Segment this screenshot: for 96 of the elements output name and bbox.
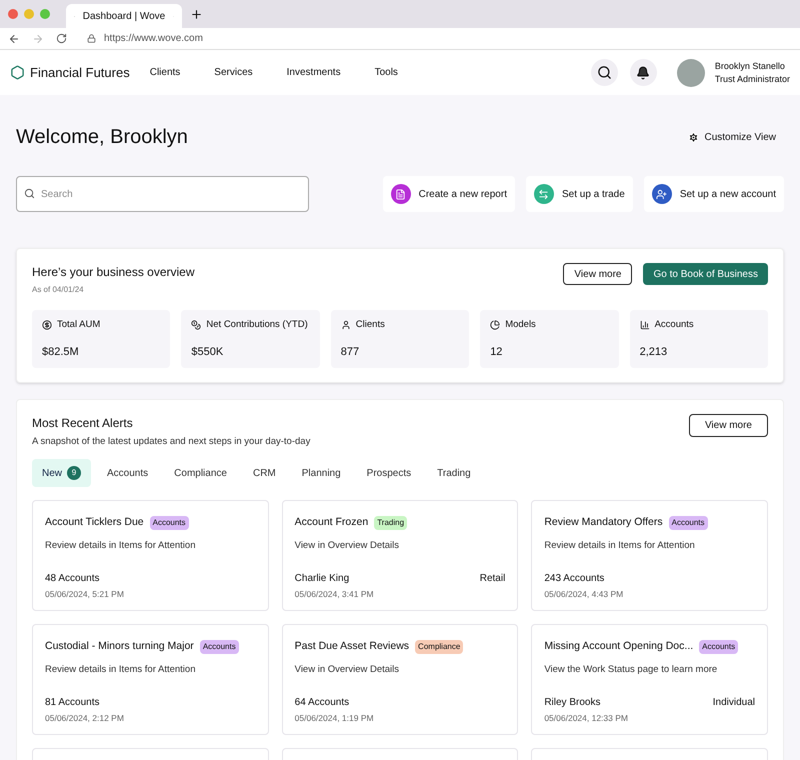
user-role: Trust Administrator xyxy=(714,72,790,86)
quick-action-button[interactable]: Create a new report xyxy=(382,176,515,212)
nav-link[interactable]: Services xyxy=(214,65,253,80)
alert-title: Review Mandatory Offers xyxy=(544,515,663,530)
nav-link[interactable]: Tools xyxy=(374,65,398,80)
coins-icon xyxy=(191,320,202,330)
alert-tag: Accounts xyxy=(668,516,708,530)
stat-label: Models xyxy=(505,318,536,332)
alert-timestamp: 05/06/2024, 5:21 PM xyxy=(45,588,125,600)
stat-value: $550K xyxy=(191,344,224,360)
alert-tag: Accounts xyxy=(200,640,239,654)
gear-icon xyxy=(688,132,700,142)
forward-icon[interactable] xyxy=(32,32,44,44)
alert-timestamp: 05/06/2024, 12:33 PM xyxy=(544,712,629,724)
search-field[interactable]: Search xyxy=(16,176,309,212)
filter-tab[interactable]: CRM xyxy=(242,459,286,488)
filter-tab[interactable]: Compliance xyxy=(164,459,237,488)
stat-label: Total AUM xyxy=(57,318,100,332)
alert-subject: Riley Brooks xyxy=(544,696,600,710)
section-title: Here’s your business overview xyxy=(32,264,195,281)
bar-chart-icon xyxy=(640,320,650,330)
alert-description: Review details in Items for Attention xyxy=(544,539,696,553)
customize-view-button[interactable]: Customize View xyxy=(688,130,776,144)
quick-action-button[interactable]: Set up a trade xyxy=(526,176,633,212)
stat-label: Clients xyxy=(356,318,385,332)
stat-label: Accounts xyxy=(654,318,694,332)
alert-description: View the Work Status page to learn more xyxy=(544,663,718,677)
avatar[interactable] xyxy=(676,58,705,86)
alert-description: Review details in Items for Attention xyxy=(45,539,196,553)
stat-value: 12 xyxy=(490,344,504,360)
filter-tab[interactable]: Planning xyxy=(292,459,351,488)
book-of-business-button[interactable]: Go to Book of Business xyxy=(643,263,768,285)
alert-tag: Accounts xyxy=(150,516,189,530)
alert-timestamp: 05/06/2024, 4:43 PM xyxy=(544,588,624,600)
as-of-date: As of 04/01/24 xyxy=(32,284,85,296)
new-tab-icon[interactable] xyxy=(190,8,203,20)
alert-subject: Charlie King xyxy=(294,572,350,586)
alert-title: Missing Account Opening Doc... xyxy=(544,639,694,654)
stat-value: 877 xyxy=(340,344,360,360)
nav-link[interactable]: Clients xyxy=(150,65,180,80)
search-icon xyxy=(24,188,35,199)
quick-action-button[interactable]: Set up a new account xyxy=(644,176,784,212)
filter-tab[interactable]: Trading xyxy=(427,459,481,488)
alert-description: View in Overview Details xyxy=(294,663,400,677)
count-badge: 9 xyxy=(67,466,82,480)
alert-subject: 64 Accounts xyxy=(294,696,350,710)
alert-title: Past Due Asset Reviews xyxy=(294,639,410,654)
person-icon xyxy=(340,320,351,330)
alert-card[interactable]: Custodial - Minors turning Major Accounts Review details in Items for Attention 81 Accounts 05/06/2024, 2:12 PM xyxy=(32,624,269,736)
address-bar[interactable]: https://www.wove.com xyxy=(87,31,203,46)
alert-timestamp: 05/06/2024, 2:12 PM xyxy=(45,712,125,724)
alert-title: Custodial - Minors turning Major xyxy=(45,639,194,654)
alert-subject: 81 Accounts xyxy=(45,696,100,710)
view-more-button[interactable]: View more xyxy=(688,414,768,437)
alert-title: Account Frozen xyxy=(294,515,368,530)
filter-tab[interactable]: Accounts xyxy=(97,459,158,488)
alert-tag: Trading xyxy=(374,516,408,530)
alert-timestamp: 05/06/2024, 1:19 PM xyxy=(294,712,375,724)
stat-value: 2,213 xyxy=(640,344,668,360)
alert-tag: Compliance xyxy=(415,640,464,654)
pie-chart-icon xyxy=(490,320,500,330)
alert-subject: 243 Accounts xyxy=(544,572,604,586)
view-more-button[interactable]: View more xyxy=(563,263,632,285)
stat-label: Net Contributions (YTD) xyxy=(206,318,308,332)
stat-value: $82.5M xyxy=(42,344,80,360)
alert-card[interactable]: Missing Account Opening Doc... Accounts View the Work Status page to learn more Riley Brooks Individual 05/06/2024, 12:33 PM xyxy=(531,624,768,736)
account-type: Individual xyxy=(712,696,755,710)
dollar-icon xyxy=(42,320,52,330)
alert-subject: 48 Accounts xyxy=(45,572,100,586)
brand-logo-icon xyxy=(10,65,25,80)
filter-tab[interactable]: Prospects xyxy=(356,459,422,488)
back-icon[interactable] xyxy=(8,32,20,44)
section-subtitle: A snapshot of the latest updates and next steps in your day-to-day xyxy=(32,435,310,449)
search-icon xyxy=(596,65,612,80)
page-title: Welcome, Brooklyn xyxy=(16,125,188,150)
alert-card[interactable]: Account Frozen Trading View in Overview Details Charlie King Retail 05/06/2024, 3:41 PM xyxy=(282,500,518,612)
alert-timestamp: 05/06/2024, 3:41 PM xyxy=(294,588,375,600)
section-title: Most Recent Alerts xyxy=(32,415,134,432)
reload-icon[interactable] xyxy=(56,33,67,44)
browser-tab[interactable]: Dashboard | Wove xyxy=(66,4,182,28)
alert-title: Account Ticklers Due xyxy=(45,515,144,530)
nav-link[interactable]: Investments xyxy=(286,65,341,80)
notifications-button[interactable] xyxy=(630,59,657,86)
user-name: Brooklyn Stanello xyxy=(714,60,786,72)
alert-tag: Accounts xyxy=(699,640,738,654)
alert-card[interactable]: Review Mandatory Offers Accounts Review details in Items for Attention 243 Accounts 05/06/2024, 4:43 PM xyxy=(531,500,768,612)
tab-title: Dashboard | Wove xyxy=(82,10,166,24)
bell-icon xyxy=(636,66,650,80)
filter-tab[interactable]: New 9 xyxy=(32,459,92,488)
alert-card[interactable]: Account Ticklers Due Accounts Review details in Items for Attention 48 Accounts 05/06/2024, 5:21 PM xyxy=(32,500,269,612)
account-type: Retail xyxy=(480,572,506,586)
search-button[interactable] xyxy=(590,59,618,86)
alert-description: View in Overview Details xyxy=(294,539,400,553)
alert-description: Review details in Items for Attention xyxy=(45,663,196,677)
alert-card[interactable]: Past Due Asset Reviews Compliance View in Overview Details 64 Accounts 05/06/2024, 1:19 PM xyxy=(282,624,518,736)
brand-name: Financial Futures xyxy=(30,64,130,82)
